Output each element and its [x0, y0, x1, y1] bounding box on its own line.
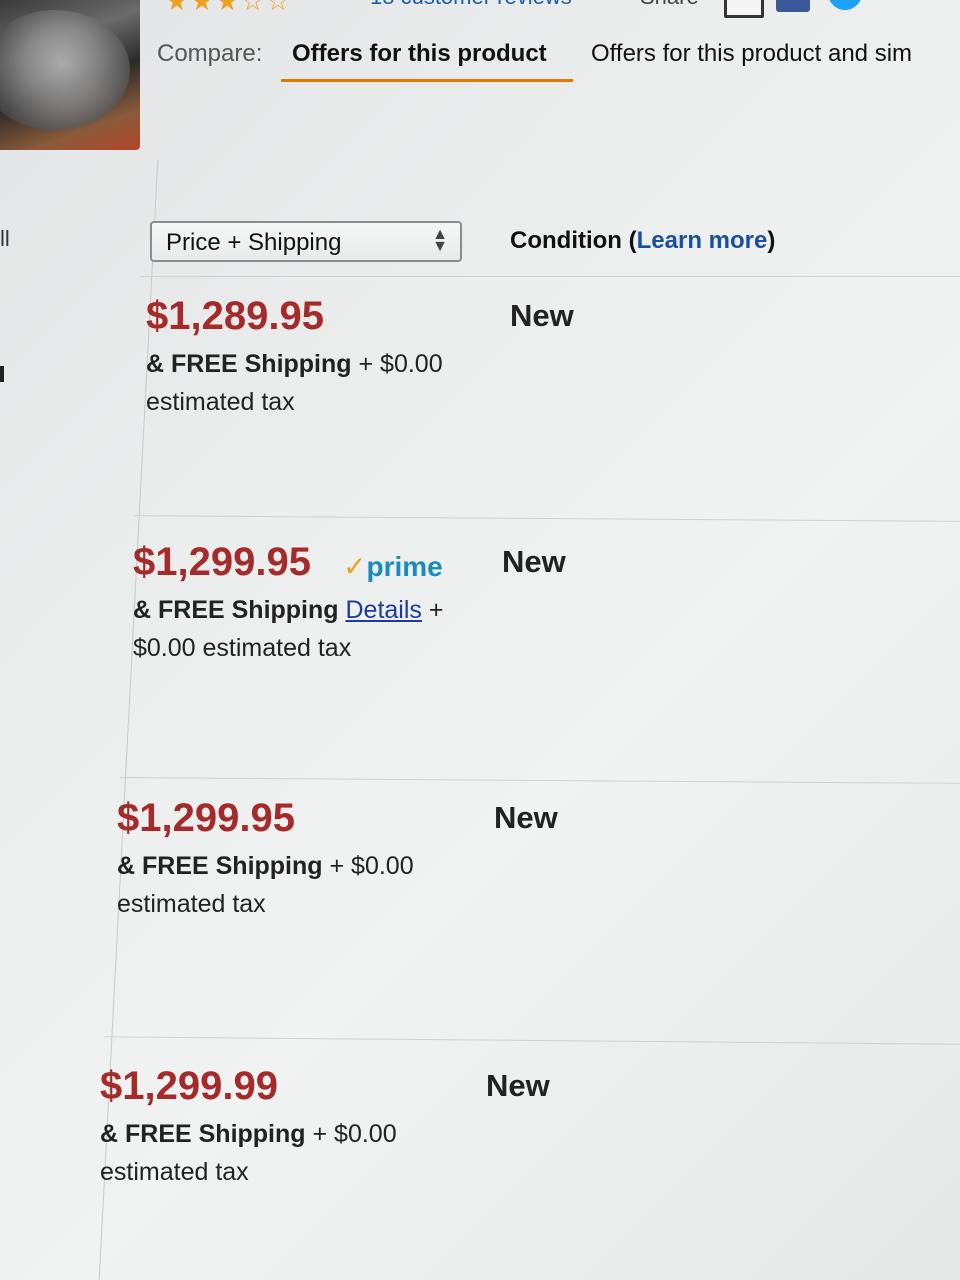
offer-shipping: & FREE Shipping + $0.00: [146, 350, 443, 379]
row-divider: [134, 515, 960, 522]
row-divider: [120, 777, 960, 784]
product-thumbnail[interactable]: [0, 0, 140, 150]
free-shipping-label: & FREE Shipping: [117, 852, 323, 880]
prime-badge: ✓prime: [343, 550, 443, 583]
row-divider: [104, 1036, 960, 1045]
condition-column-header: Condition (Learn more): [510, 227, 775, 255]
offer-price: $1,299.95: [117, 796, 295, 840]
shipping-details-link[interactable]: Details: [346, 596, 422, 624]
offer-row: $1,289.95 & FREE Shipping + $0.00 estima…: [146, 294, 946, 494]
offer-shipping: & FREE Shipping + $0.00: [117, 852, 414, 881]
offer-condition: New: [486, 1068, 550, 1103]
free-shipping-label: & FREE Shipping: [100, 1120, 306, 1148]
shipping-plus: +: [421, 596, 444, 624]
offer-row: $1,299.99 & FREE Shipping + $0.00 estima…: [100, 1064, 940, 1264]
offer-condition: New: [510, 298, 574, 333]
prime-check-icon: ✓: [343, 551, 367, 582]
header-divider: [140, 276, 960, 277]
active-tab-underline: [281, 79, 573, 82]
compare-tabs: Compare: Offers for this product Offers …: [157, 36, 960, 82]
email-share-icon[interactable]: [724, 0, 764, 18]
offer-price: $1,299.99: [100, 1064, 278, 1108]
free-shipping-label: & FREE Shipping: [133, 596, 339, 624]
sort-selected-value: Price + Shipping: [166, 229, 342, 256]
share-label: Share: [640, 0, 699, 10]
rating-stars-icon[interactable]: ★★★☆☆: [165, 0, 292, 17]
shipping-tax-amount: + $0.00: [322, 852, 414, 880]
sidebar-cropped-mark: [0, 366, 4, 382]
offer-price: $1,289.95: [146, 294, 324, 338]
millennium-falcon-image: [0, 10, 130, 130]
offer-condition: New: [494, 800, 558, 835]
offer-tax: $0.00 estimated tax: [133, 634, 352, 662]
sort-by-select[interactable]: Price + Shipping ▲ ▼: [150, 221, 462, 262]
offer-shipping: & FREE Shipping Details +: [133, 596, 443, 625]
facebook-share-icon[interactable]: [776, 0, 810, 12]
condition-close-paren: ): [767, 227, 776, 254]
condition-label: Condition (: [510, 227, 637, 254]
shipping-tax-amount: + $0.00: [351, 350, 443, 378]
shipping-tax-amount: + $0.00: [305, 1120, 397, 1148]
offer-tax: estimated tax: [146, 388, 295, 416]
prime-label: prime: [366, 551, 443, 582]
offer-price: $1,299.95: [133, 540, 311, 584]
select-arrows-icon: ▲ ▼: [432, 226, 448, 255]
offer-tax: estimated tax: [100, 1158, 249, 1186]
offer-shipping: & FREE Shipping + $0.00: [100, 1120, 397, 1149]
tab-offers-for-similar-products[interactable]: Offers for this product and sim: [591, 40, 912, 68]
compare-label: Compare:: [157, 40, 263, 67]
sidebar-cropped-text[interactable]: ll: [0, 226, 10, 252]
twitter-share-icon[interactable]: [828, 0, 862, 10]
tab-offers-for-this-product[interactable]: Offers for this product: [292, 40, 547, 68]
offer-tax: estimated tax: [117, 890, 266, 918]
offer-row: $1,299.95 ✓prime & FREE Shipping Details…: [133, 540, 943, 740]
offer-row: $1,299.95 & FREE Shipping + $0.00 estima…: [117, 796, 937, 996]
learn-more-link[interactable]: Learn more: [637, 227, 768, 254]
free-shipping-label: & FREE Shipping: [146, 350, 352, 378]
customer-reviews-link[interactable]: 18 customer reviews: [370, 0, 572, 10]
offer-condition: New: [502, 544, 566, 579]
